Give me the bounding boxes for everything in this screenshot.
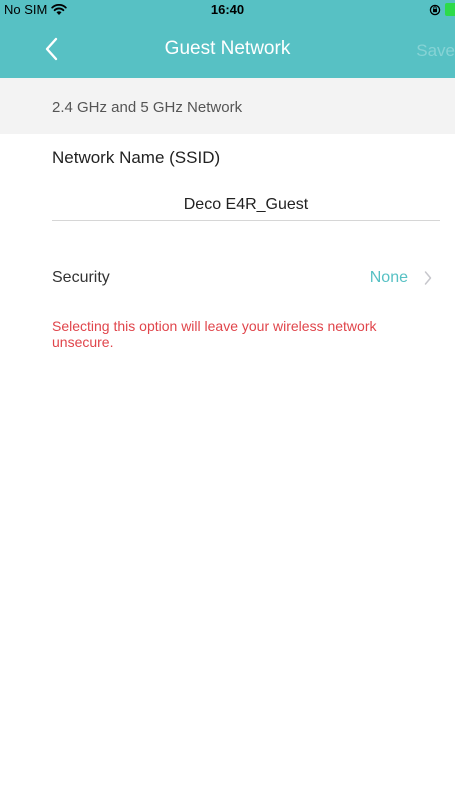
status-time: 16:40: [210, 2, 245, 17]
security-value: None: [369, 269, 408, 286]
network-band-section: 2.4 GHz and 5 GHz Network: [0, 78, 455, 134]
save-button[interactable]: Save: [416, 41, 455, 61]
page-title: Guest Network: [164, 38, 291, 59]
ssid-label: Network Name (SSID): [52, 148, 221, 167]
chevron-right-icon: [424, 271, 432, 285]
battery-icon: [445, 3, 455, 16]
status-indicators: [429, 3, 455, 16]
guest-network-screen: No SIM 16:40 Guest Network Save 2.4 GHz …: [0, 0, 455, 807]
ssid-input[interactable]: [52, 190, 440, 221]
security-label: Security: [52, 269, 110, 286]
nav-bar: Guest Network Save: [0, 20, 455, 78]
orientation-lock-icon: [429, 4, 441, 15]
security-row[interactable]: Security None: [52, 258, 440, 298]
security-warning-text: Selecting this option will leave your wi…: [52, 318, 377, 350]
status-bar: No SIM 16:40: [0, 0, 455, 20]
network-band-label: 2.4 GHz and 5 GHz Network: [52, 99, 243, 116]
header-background: No SIM 16:40 Guest Network Save: [0, 0, 455, 78]
